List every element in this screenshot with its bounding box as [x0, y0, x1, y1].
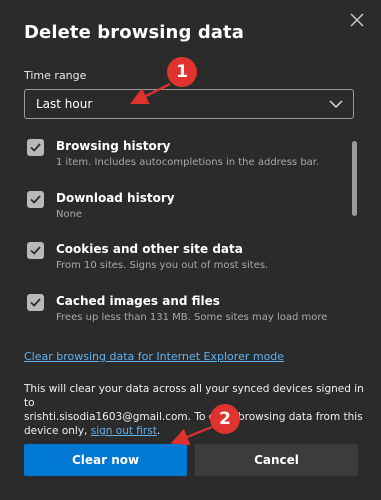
option-cookies: Cookies and other site data From 10 site…	[24, 236, 344, 276]
checkmark-icon	[30, 143, 41, 152]
sign-out-link[interactable]: sign out first	[91, 425, 157, 437]
option-title: Download history	[56, 191, 175, 205]
close-icon	[350, 13, 364, 27]
time-range-label: Time range	[24, 69, 87, 82]
info-line-2: srishti.sisodia1603@gmail.com. To clear …	[24, 411, 363, 423]
option-title: Cached images and files	[56, 294, 220, 308]
checkmark-icon	[30, 298, 41, 307]
checkmark-icon	[30, 246, 41, 255]
cancel-button[interactable]: Cancel	[195, 444, 358, 476]
clear-ie-mode-link[interactable]: Clear browsing data for Internet Explore…	[24, 350, 284, 363]
time-range-dropdown[interactable]: Last hour	[24, 89, 354, 119]
option-browsing-history: Browsing history 1 item. Includes autoco…	[24, 133, 344, 173]
data-options-list: Browsing history 1 item. Includes autoco…	[24, 133, 354, 333]
option-download-history: Download history None	[24, 185, 344, 225]
clear-now-button[interactable]: Clear now	[24, 444, 187, 476]
close-button[interactable]	[347, 10, 367, 30]
annotation-badge-1: 1	[167, 57, 197, 87]
dialog-title: Delete browsing data	[24, 22, 244, 43]
annotation-badge-2: 2	[210, 404, 240, 434]
download-history-checkbox[interactable]	[27, 191, 44, 208]
checkmark-icon	[30, 195, 41, 204]
option-cached-images: Cached images and files Frees up less th…	[24, 288, 344, 328]
browsing-history-checkbox[interactable]	[27, 139, 44, 156]
option-description: None	[56, 209, 83, 220]
option-title: Browsing history	[56, 139, 171, 153]
info-line-3-prefix: device only,	[24, 425, 91, 437]
option-description: Frees up less than 131 MB. Some sites ma…	[56, 312, 328, 323]
cached-images-checkbox[interactable]	[27, 294, 44, 311]
option-description: From 10 sites. Signs you out of most sit…	[56, 260, 269, 271]
time-range-value: Last hour	[36, 97, 93, 111]
info-line-1: This will clear your data across all you…	[24, 383, 364, 409]
sync-info-text: This will clear your data across all you…	[24, 382, 364, 438]
cookies-checkbox[interactable]	[27, 242, 44, 259]
info-line-3-suffix: .	[156, 425, 161, 437]
option-description: 1 item. Includes autocompletions in the …	[56, 157, 320, 168]
option-title: Cookies and other site data	[56, 242, 243, 256]
options-scrollbar[interactable]	[352, 141, 357, 216]
chevron-down-icon	[329, 100, 343, 108]
